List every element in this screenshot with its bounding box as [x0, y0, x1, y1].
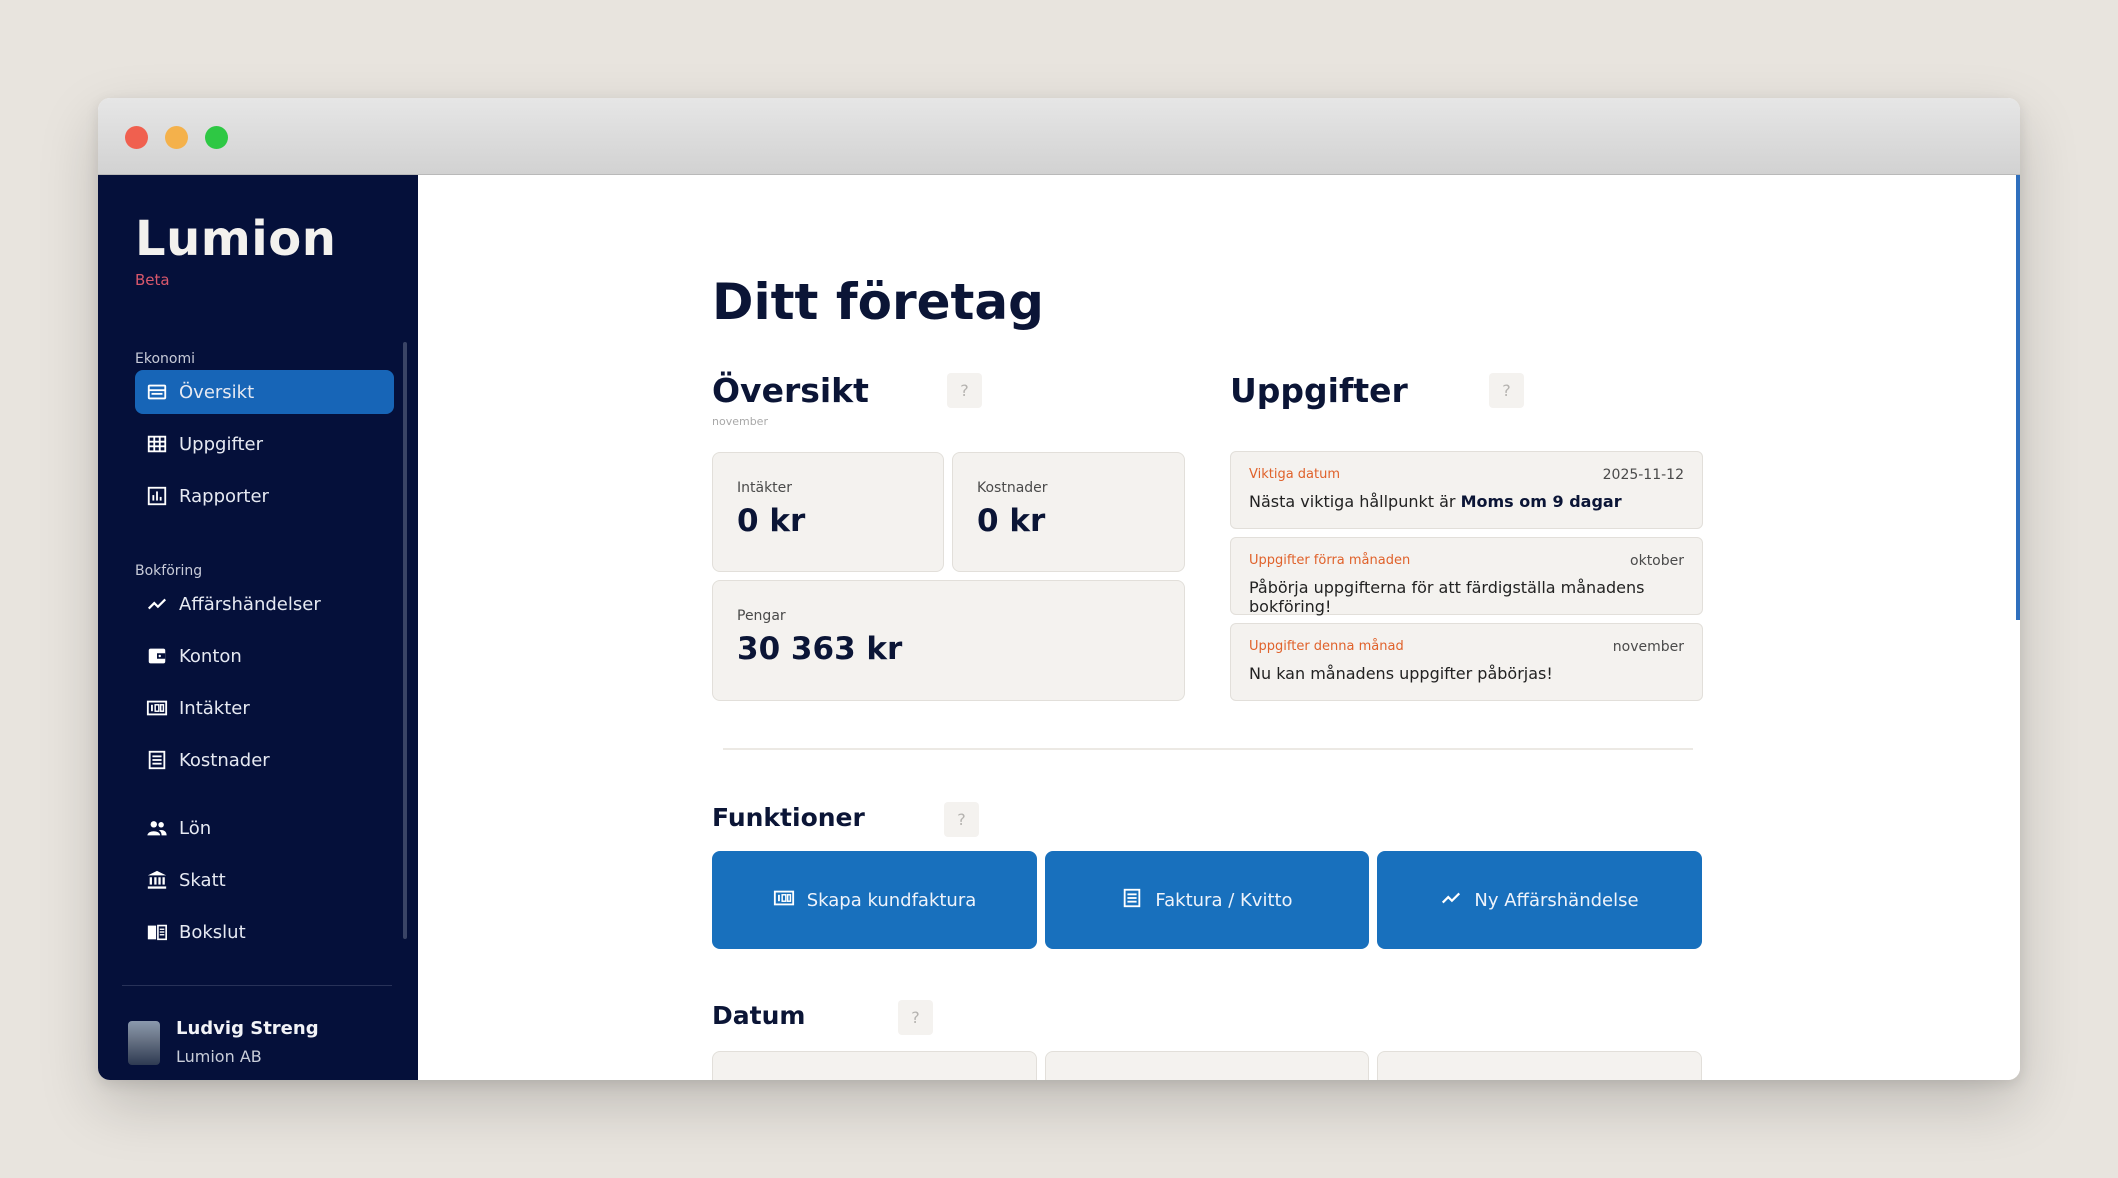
sidebar-item-label: Intäkter [179, 697, 250, 719]
sidebar-scrollbar[interactable] [403, 342, 407, 939]
overview-heading: Översikt [712, 371, 869, 410]
sidebar-item-lon[interactable]: Lön [135, 806, 394, 850]
dates-heading: Datum [712, 1001, 806, 1030]
main-scrollbar[interactable] [2016, 175, 2020, 620]
functions-heading: Funktioner [712, 803, 865, 832]
create-invoice-button[interactable]: Skapa kundfaktura [712, 851, 1037, 949]
task-text: Påbörja uppgifterna för att färdigställa… [1249, 578, 1645, 616]
tasks-help-button[interactable]: ? [1489, 373, 1524, 408]
report-chart-icon [135, 485, 179, 507]
sidebar-item-label: Skatt [179, 869, 226, 891]
tasks-heading: Uppgifter [1230, 371, 1408, 410]
sidebar-item-konton[interactable]: Konton [135, 634, 394, 678]
section-label-bokforing: Bokföring [135, 563, 203, 579]
overview-help-button[interactable]: ? [947, 373, 982, 408]
new-transaction-button[interactable]: Ny Affärshändelse [1377, 851, 1702, 949]
sidebar-item-affarshandelser[interactable]: Affärshändelser [135, 582, 394, 626]
new-transaction-label: Ny Affärshändelse [1474, 889, 1639, 911]
page-title: Ditt företag [712, 273, 1044, 331]
wallet-icon [135, 645, 179, 667]
task-item[interactable]: Viktiga datum 2025-11-12 Nästa viktiga h… [1230, 451, 1703, 529]
sidebar-item-label: Affärshändelser [179, 593, 321, 615]
income-icon [135, 697, 179, 719]
date-card [712, 1051, 1037, 1080]
sidebar-item-oversikt[interactable]: Översikt [135, 370, 394, 414]
trend-icon [135, 593, 179, 615]
invoice-icon [773, 887, 795, 914]
sidebar-item-kostnader[interactable]: Kostnader [135, 738, 394, 782]
grid-icon [135, 433, 179, 455]
section-divider [723, 748, 1693, 750]
task-date: 2025-11-12 [1602, 467, 1684, 483]
sidebar-item-label: Kostnader [179, 749, 270, 771]
dates-help-button[interactable]: ? [898, 1000, 933, 1035]
main-content: Ditt företag Översikt ? november Intäkte… [418, 175, 2020, 1080]
sidebar-item-label: Översikt [179, 381, 255, 403]
app-window: Lumion Beta Ekonomi Översikt Uppgifter R… [98, 98, 2020, 1080]
expenses-value: 0 kr [977, 503, 1046, 539]
task-date: november [1612, 639, 1684, 655]
income-label: Intäkter [737, 480, 793, 496]
bank-icon [135, 869, 179, 891]
task-title: Uppgifter denna månad [1249, 639, 1404, 654]
receipt-icon [1121, 887, 1143, 914]
minimize-window-button[interactable] [165, 126, 188, 149]
close-window-button[interactable] [125, 126, 148, 149]
income-value: 0 kr [737, 503, 806, 539]
sidebar-divider [122, 985, 392, 986]
receipt-icon [135, 749, 179, 771]
task-text: Nästa viktiga hållpunkt är Moms om 9 dag… [1249, 492, 1622, 511]
functions-help-button[interactable]: ? [944, 802, 979, 837]
sidebar-item-uppgifter[interactable]: Uppgifter [135, 422, 394, 466]
avatar[interactable] [128, 1021, 160, 1065]
expenses-card: Kostnader 0 kr [952, 452, 1185, 572]
task-title: Viktiga datum [1249, 467, 1341, 482]
sidebar-item-label: Konton [179, 645, 242, 667]
money-card: Pengar 30 363 kr [712, 580, 1185, 701]
sidebar-item-skatt[interactable]: Skatt [135, 858, 394, 902]
section-label-ekonomi: Ekonomi [135, 351, 195, 367]
user-company: Lumion AB [176, 1047, 262, 1066]
sidebar: Lumion Beta Ekonomi Översikt Uppgifter R… [98, 175, 418, 1080]
create-invoice-label: Skapa kundfaktura [806, 889, 977, 911]
money-label: Pengar [737, 608, 786, 624]
beta-badge: Beta [135, 271, 170, 289]
overview-month: november [712, 415, 768, 428]
sidebar-item-label: Lön [179, 817, 212, 839]
task-date: oktober [1630, 553, 1684, 569]
sidebar-item-rapporter[interactable]: Rapporter [135, 474, 394, 518]
app-logo[interactable]: Lumion [135, 211, 336, 267]
date-card [1377, 1051, 1702, 1080]
people-icon [135, 817, 179, 839]
expenses-label: Kostnader [977, 480, 1048, 496]
task-title: Uppgifter förra månaden [1249, 553, 1411, 568]
trend-icon [1440, 887, 1462, 914]
income-card: Intäkter 0 kr [712, 452, 944, 572]
sidebar-item-label: Bokslut [179, 921, 246, 943]
sidebar-item-intakter[interactable]: Intäkter [135, 686, 394, 730]
title-bar [98, 98, 2020, 175]
task-item[interactable]: Uppgifter förra månaden oktober Påbörja … [1230, 537, 1703, 616]
invoice-receipt-label: Faktura / Kvitto [1155, 889, 1293, 911]
task-item[interactable]: Uppgifter denna månad november Nu kan må… [1230, 623, 1703, 701]
sidebar-item-label: Uppgifter [179, 433, 264, 455]
task-text: Nu kan månadens uppgifter påbörjas! [1249, 664, 1553, 683]
maximize-window-button[interactable] [205, 126, 228, 149]
sidebar-item-bokslut[interactable]: Bokslut [135, 910, 394, 954]
money-value: 30 363 kr [737, 631, 903, 667]
overview-icon [135, 381, 179, 403]
invoice-receipt-button[interactable]: Faktura / Kvitto [1045, 851, 1369, 949]
sidebar-item-label: Rapporter [179, 485, 269, 507]
date-card [1045, 1051, 1369, 1080]
book-icon [135, 921, 179, 943]
user-name[interactable]: Ludvig Streng [176, 1018, 319, 1039]
